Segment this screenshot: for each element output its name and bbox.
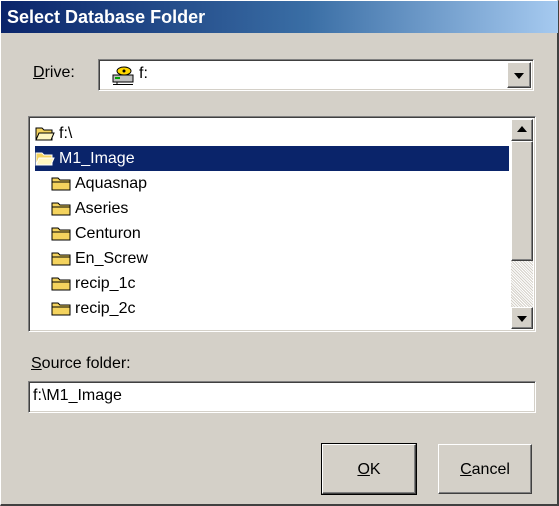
source-folder-label: Source folder: [31,355,131,373]
chevron-down-icon [514,73,524,79]
folder-icon [51,302,71,316]
list-item-label: En_Screw [75,250,148,267]
list-item-label: recip_1c [75,275,136,292]
drive-label-accel: D [33,64,45,81]
list-item[interactable]: recip_1c [51,271,135,296]
folder-listbox[interactable]: f:\ M1_Image Aquasnap Aseries Centuron E… [28,116,536,332]
list-item[interactable]: En_Screw [51,246,148,271]
list-item-label: M1_Image [59,150,135,167]
source-label-accel: S [31,355,42,372]
list-item-label: Centuron [75,225,141,242]
list-item-label: Aseries [75,200,129,217]
list-item[interactable]: Aquasnap [51,171,147,196]
title-bar[interactable]: Select Database Folder [1,1,558,33]
folder-icon [51,277,71,291]
list-item-label: Aquasnap [75,175,148,192]
scrollbar-thumb[interactable] [511,141,533,261]
network-drive-icon [112,66,134,85]
cancel-label-accel: C [460,461,472,478]
list-item[interactable]: Aseries [51,196,128,221]
drive-dropdown-button[interactable] [507,62,531,88]
scroll-down-button[interactable] [511,307,533,329]
ok-label-accel: O [357,461,370,478]
list-item-label: recip_2c [75,300,136,317]
window-title: Select Database Folder [7,7,206,27]
select-database-folder-dialog: Select Database Folder Drive: f: f:\ M1_… [0,0,559,506]
open-folder-icon [35,127,55,141]
chevron-up-icon [517,126,527,132]
drive-value: f: [139,65,148,82]
ok-button[interactable]: OK [321,443,417,495]
folder-icon [51,177,71,191]
list-item-selected[interactable]: M1_Image [35,146,509,171]
ok-label-rest: K [369,461,381,478]
scroll-up-button[interactable] [511,119,533,141]
drive-label: Drive: [33,64,75,82]
folder-icon [51,202,71,216]
drive-label-rest: rive: [44,64,75,81]
list-item[interactable]: Centuron [51,221,141,246]
drive-combobox[interactable]: f: [98,59,534,91]
list-item-label: f:\ [59,125,73,142]
source-label-rest: ource folder: [41,355,131,372]
list-item[interactable]: f:\ [35,121,72,146]
cancel-label-rest: ancel [471,461,510,478]
folder-icon [51,227,71,241]
list-item[interactable]: recip_2c [51,296,135,321]
chevron-down-icon [517,316,527,322]
source-folder-input[interactable]: f:\M1_Image [28,381,536,413]
open-folder-icon [35,152,55,166]
folder-icon [51,252,71,266]
vertical-scrollbar[interactable] [511,119,533,329]
source-folder-value: f:\M1_Image [33,387,122,404]
cancel-button[interactable]: Cancel [438,444,532,494]
